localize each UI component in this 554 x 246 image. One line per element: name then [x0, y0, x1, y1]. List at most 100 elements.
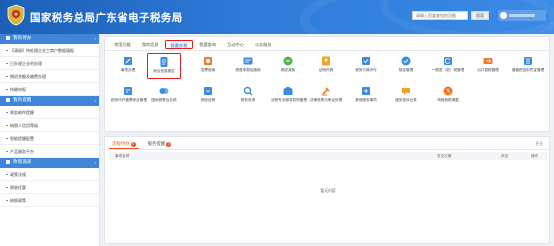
tab-item[interactable]: 我的信息: [137, 40, 164, 49]
function-tile[interactable]: 法律追责与争议处理: [309, 83, 343, 109]
sidebar-item[interactable]: 纳税人信用等级: [0, 119, 99, 132]
invoice-icon: [202, 55, 214, 67]
sidebar-item[interactable]: 纳税政策: [0, 194, 99, 207]
function-tile[interactable]: 事项办理: [111, 53, 145, 79]
tab-label: 服务提醒: [147, 142, 166, 147]
task-panel: 流程待办 0 服务提醒 0 更多 事项名称 发文日期 状态 操作 暂无内容: [104, 136, 551, 244]
function-label: 税费申报及缴纳: [235, 68, 261, 72]
section-title: 我的待办: [13, 36, 32, 41]
tab-item[interactable]: 我要办税: [164, 40, 194, 49]
function-label: 税务查询: [240, 98, 256, 102]
task-tabs: 流程待办 0 服务提醒 0: [109, 140, 180, 149]
sidebar-section-remind[interactable]: 我的提醒 ›: [0, 96, 99, 106]
joint-office-icon: [158, 85, 170, 97]
todo-icon: [6, 35, 10, 40]
count-badge: 0: [166, 141, 172, 147]
main-tabs: 常用功能 我的信息 我要办税 我要查询 互动中心 公众服务: [109, 40, 278, 50]
function-label: 增值税抵扣凭证管理: [511, 68, 545, 72]
sidebar-item[interactable]: 智能提醒配置: [0, 132, 99, 145]
function-tile[interactable]: 税费申报及缴纳: [231, 53, 265, 79]
more-link[interactable]: 更多: [535, 141, 543, 147]
function-label: 发票使用: [200, 68, 216, 72]
search-doc-icon: [242, 85, 254, 97]
function-label: 证明开具: [318, 68, 334, 72]
function-label: 税务行政许可: [355, 68, 377, 72]
function-label: 出口退税管理: [477, 68, 499, 72]
verify-icon: [400, 55, 412, 67]
function-tile[interactable]: 增值税抵扣凭证管理: [511, 53, 545, 79]
user-menu[interactable]: [498, 10, 546, 21]
function-label: 其他服务事项: [355, 98, 377, 102]
tax-declare-icon: [242, 55, 254, 67]
tab-item[interactable]: 常用功能: [109, 40, 136, 49]
column-header: 操作: [531, 154, 539, 158]
count-badge: 0: [130, 141, 136, 147]
tab-item[interactable]: 公众服务: [250, 40, 277, 49]
top-header: 国家税务总局广东省电子税务局 搜索: [0, 0, 554, 34]
sidebar-item[interactable]: 待缴申报: [0, 83, 99, 96]
policy-icon: [6, 159, 10, 164]
function-label: 服务投诉记录: [395, 98, 417, 102]
agency-icon: [282, 85, 294, 97]
function-label: 法律追责与争议处理: [309, 98, 343, 102]
service-icon: [360, 85, 372, 97]
function-label: 核定管理: [398, 68, 414, 72]
user-name-placeholder: [509, 14, 535, 17]
function-tile[interactable]: 税收证明: [191, 83, 225, 109]
adjust-icon: [442, 85, 454, 97]
tab-service-remind[interactable]: 服务提醒 0: [145, 140, 175, 149]
sidebar: 我的待办 › 【清册】待处理企业工商户数据填报 已办理企业的办理 期初余额及缴费办…: [0, 34, 100, 246]
chevron-icon: ›: [94, 36, 96, 41]
divider: [105, 149, 551, 150]
function-label: 事项办理: [120, 68, 136, 72]
agent-invoice-icon: [122, 85, 134, 97]
permit-icon: [360, 55, 372, 67]
function-label: 税务代开普票综合管理: [111, 98, 147, 102]
deduction-icon: [522, 55, 534, 67]
proof-icon: [202, 85, 214, 97]
function-label: 国地税联合办税: [151, 98, 177, 102]
divider: [105, 50, 551, 51]
function-tile[interactable]: 税务查询: [231, 83, 265, 109]
tax-emblem-icon: [7, 4, 25, 26]
sidebar-item[interactable]: 产品服务平台: [0, 145, 99, 158]
function-tile[interactable]: 特别纳税调整: [431, 83, 465, 109]
section-title: 政策速递: [13, 160, 32, 165]
tab-label: 流程待办: [112, 142, 130, 147]
search-button[interactable]: 搜索: [471, 11, 489, 20]
sidebar-item[interactable]: 期初余额及缴费办理: [0, 70, 99, 83]
avatar: [500, 12, 507, 19]
reduction-icon: [282, 55, 294, 67]
function-tile[interactable]: 税务行政许可: [349, 53, 383, 79]
function-tile[interactable]: 证明开具: [309, 53, 343, 79]
function-tile[interactable]: 核定管理: [389, 53, 423, 79]
function-tile[interactable]: 税务代开普票综合管理: [111, 83, 147, 109]
sidebar-section-todo[interactable]: 我的待办 ›: [0, 34, 99, 44]
function-label: 一般退（抵）税管理: [431, 68, 465, 72]
tab-process-todo[interactable]: 流程待办 0: [109, 140, 139, 149]
function-label: 特别纳税调整: [437, 98, 459, 102]
sidebar-item[interactable]: 【清册】待处理企业工商户数据填报: [0, 44, 99, 57]
tab-item[interactable]: 我要查询: [194, 40, 221, 49]
function-panel: 常用功能 我的信息 我要办税 我要查询 互动中心 公众服务 事项办理 综合信息报告 发票使用税…: [104, 36, 551, 132]
function-tile[interactable]: 其他服务事项: [349, 83, 383, 109]
chevron-icon: ›: [94, 160, 96, 165]
function-label: 涉税专业服务机构管理: [271, 98, 307, 102]
function-tile[interactable]: 涉税专业服务机构管理: [271, 83, 307, 109]
function-tile[interactable]: 发票使用: [191, 53, 225, 79]
sidebar-item[interactable]: 已办理企业的办理: [0, 57, 99, 70]
function-tile[interactable]: 服务投诉记录: [389, 83, 423, 109]
function-tile[interactable]: 国地税联合办税: [147, 83, 181, 109]
function-tile[interactable]: 综合信息报告: [147, 53, 181, 79]
sidebar-section-policy[interactable]: 政策速递 ›: [0, 158, 99, 168]
sidebar-item[interactable]: 政策法规: [0, 168, 99, 181]
sidebar-item[interactable]: 税务邮件提醒: [0, 106, 99, 119]
table-header: 事项名称 发文日期 状态 操作: [109, 152, 547, 160]
function-tile[interactable]: 出口退税管理: [471, 53, 505, 79]
function-tile[interactable]: 一般退（抵）税管理: [431, 53, 465, 79]
tab-item[interactable]: 互动中心: [222, 40, 249, 49]
chevron-icon: ›: [94, 98, 96, 103]
search-input[interactable]: [412, 11, 468, 20]
sidebar-item[interactable]: 税收优惠: [0, 181, 99, 194]
function-tile[interactable]: 税收减免: [271, 53, 305, 79]
